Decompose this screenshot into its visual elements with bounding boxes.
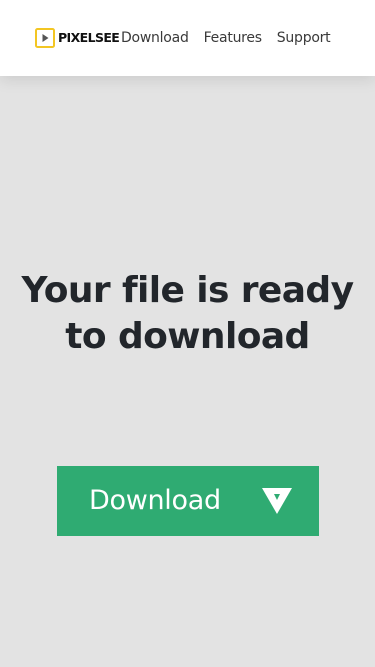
download-button-label: Download (89, 485, 221, 516)
logo-text: PIXELSEE (58, 30, 120, 45)
pixelsee-logo[interactable]: PIXELSEE (35, 28, 120, 48)
nav-link-support[interactable]: Support (277, 28, 331, 48)
play-square-icon (35, 28, 55, 48)
top-header: PIXELSEE Download Features Support (0, 0, 375, 76)
main-nav: Download Features Support (121, 28, 331, 48)
nav-link-download[interactable]: Download (121, 28, 189, 48)
nav-link-features[interactable]: Features (204, 28, 262, 48)
download-arrow-icon (262, 488, 292, 514)
page-title: Your file is ready to download (21, 270, 355, 357)
download-button[interactable]: Download (57, 466, 319, 536)
